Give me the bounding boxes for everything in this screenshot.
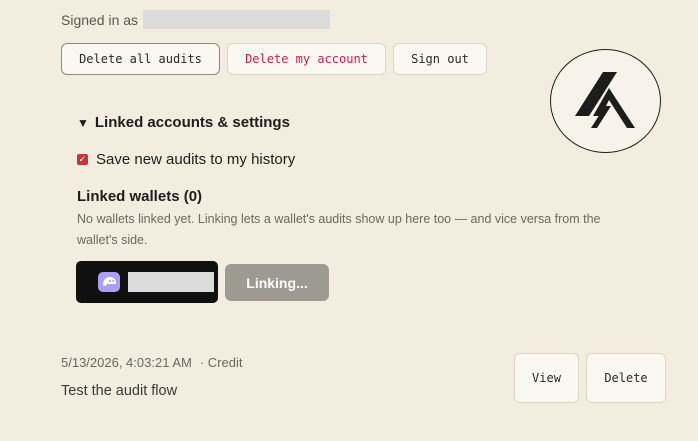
brand-logo	[550, 49, 661, 153]
brand-logo-icon	[574, 72, 635, 128]
linked-wallets-title: Linked wallets (0)	[77, 188, 203, 205]
signed-in-line: Signed in as	[61, 10, 331, 29]
wallet-connect-button[interactable]	[76, 261, 218, 303]
audit-title: Test the audit flow	[61, 383, 178, 399]
sign-out-button[interactable]: Sign out	[393, 43, 487, 75]
audit-meta: 5/13/2026, 4:03:21 AM · Credit	[61, 355, 242, 370]
save-history-checkbox[interactable]: ✓	[77, 154, 88, 165]
save-history-label: Save new audits to my history	[96, 151, 296, 168]
audit-timestamp: 5/13/2026, 4:03:21 AM	[61, 355, 192, 370]
phantom-wallet-icon	[98, 272, 120, 292]
audit-type: · Credit	[199, 355, 243, 370]
delete-all-audits-button[interactable]: Delete all audits	[61, 43, 220, 75]
redacted-wallet-name	[128, 272, 214, 292]
delete-audit-button[interactable]: Delete	[586, 353, 666, 403]
view-audit-button[interactable]: View	[514, 353, 579, 403]
redacted-email	[143, 10, 331, 29]
linked-accounts-label: Linked accounts & settings	[94, 114, 290, 131]
caret-down-icon: ▼	[77, 115, 89, 130]
delete-account-button[interactable]: Delete my account	[227, 43, 386, 75]
linked-wallets-description: No wallets linked yet. Linking lets a wa…	[77, 212, 601, 247]
signed-in-label: Signed in as	[61, 11, 139, 28]
linking-button[interactable]: Linking...	[225, 264, 329, 301]
save-history-row[interactable]: ✓ Save new audits to my history	[77, 151, 295, 168]
linked-accounts-toggle[interactable]: ▼ Linked accounts & settings	[77, 114, 290, 131]
